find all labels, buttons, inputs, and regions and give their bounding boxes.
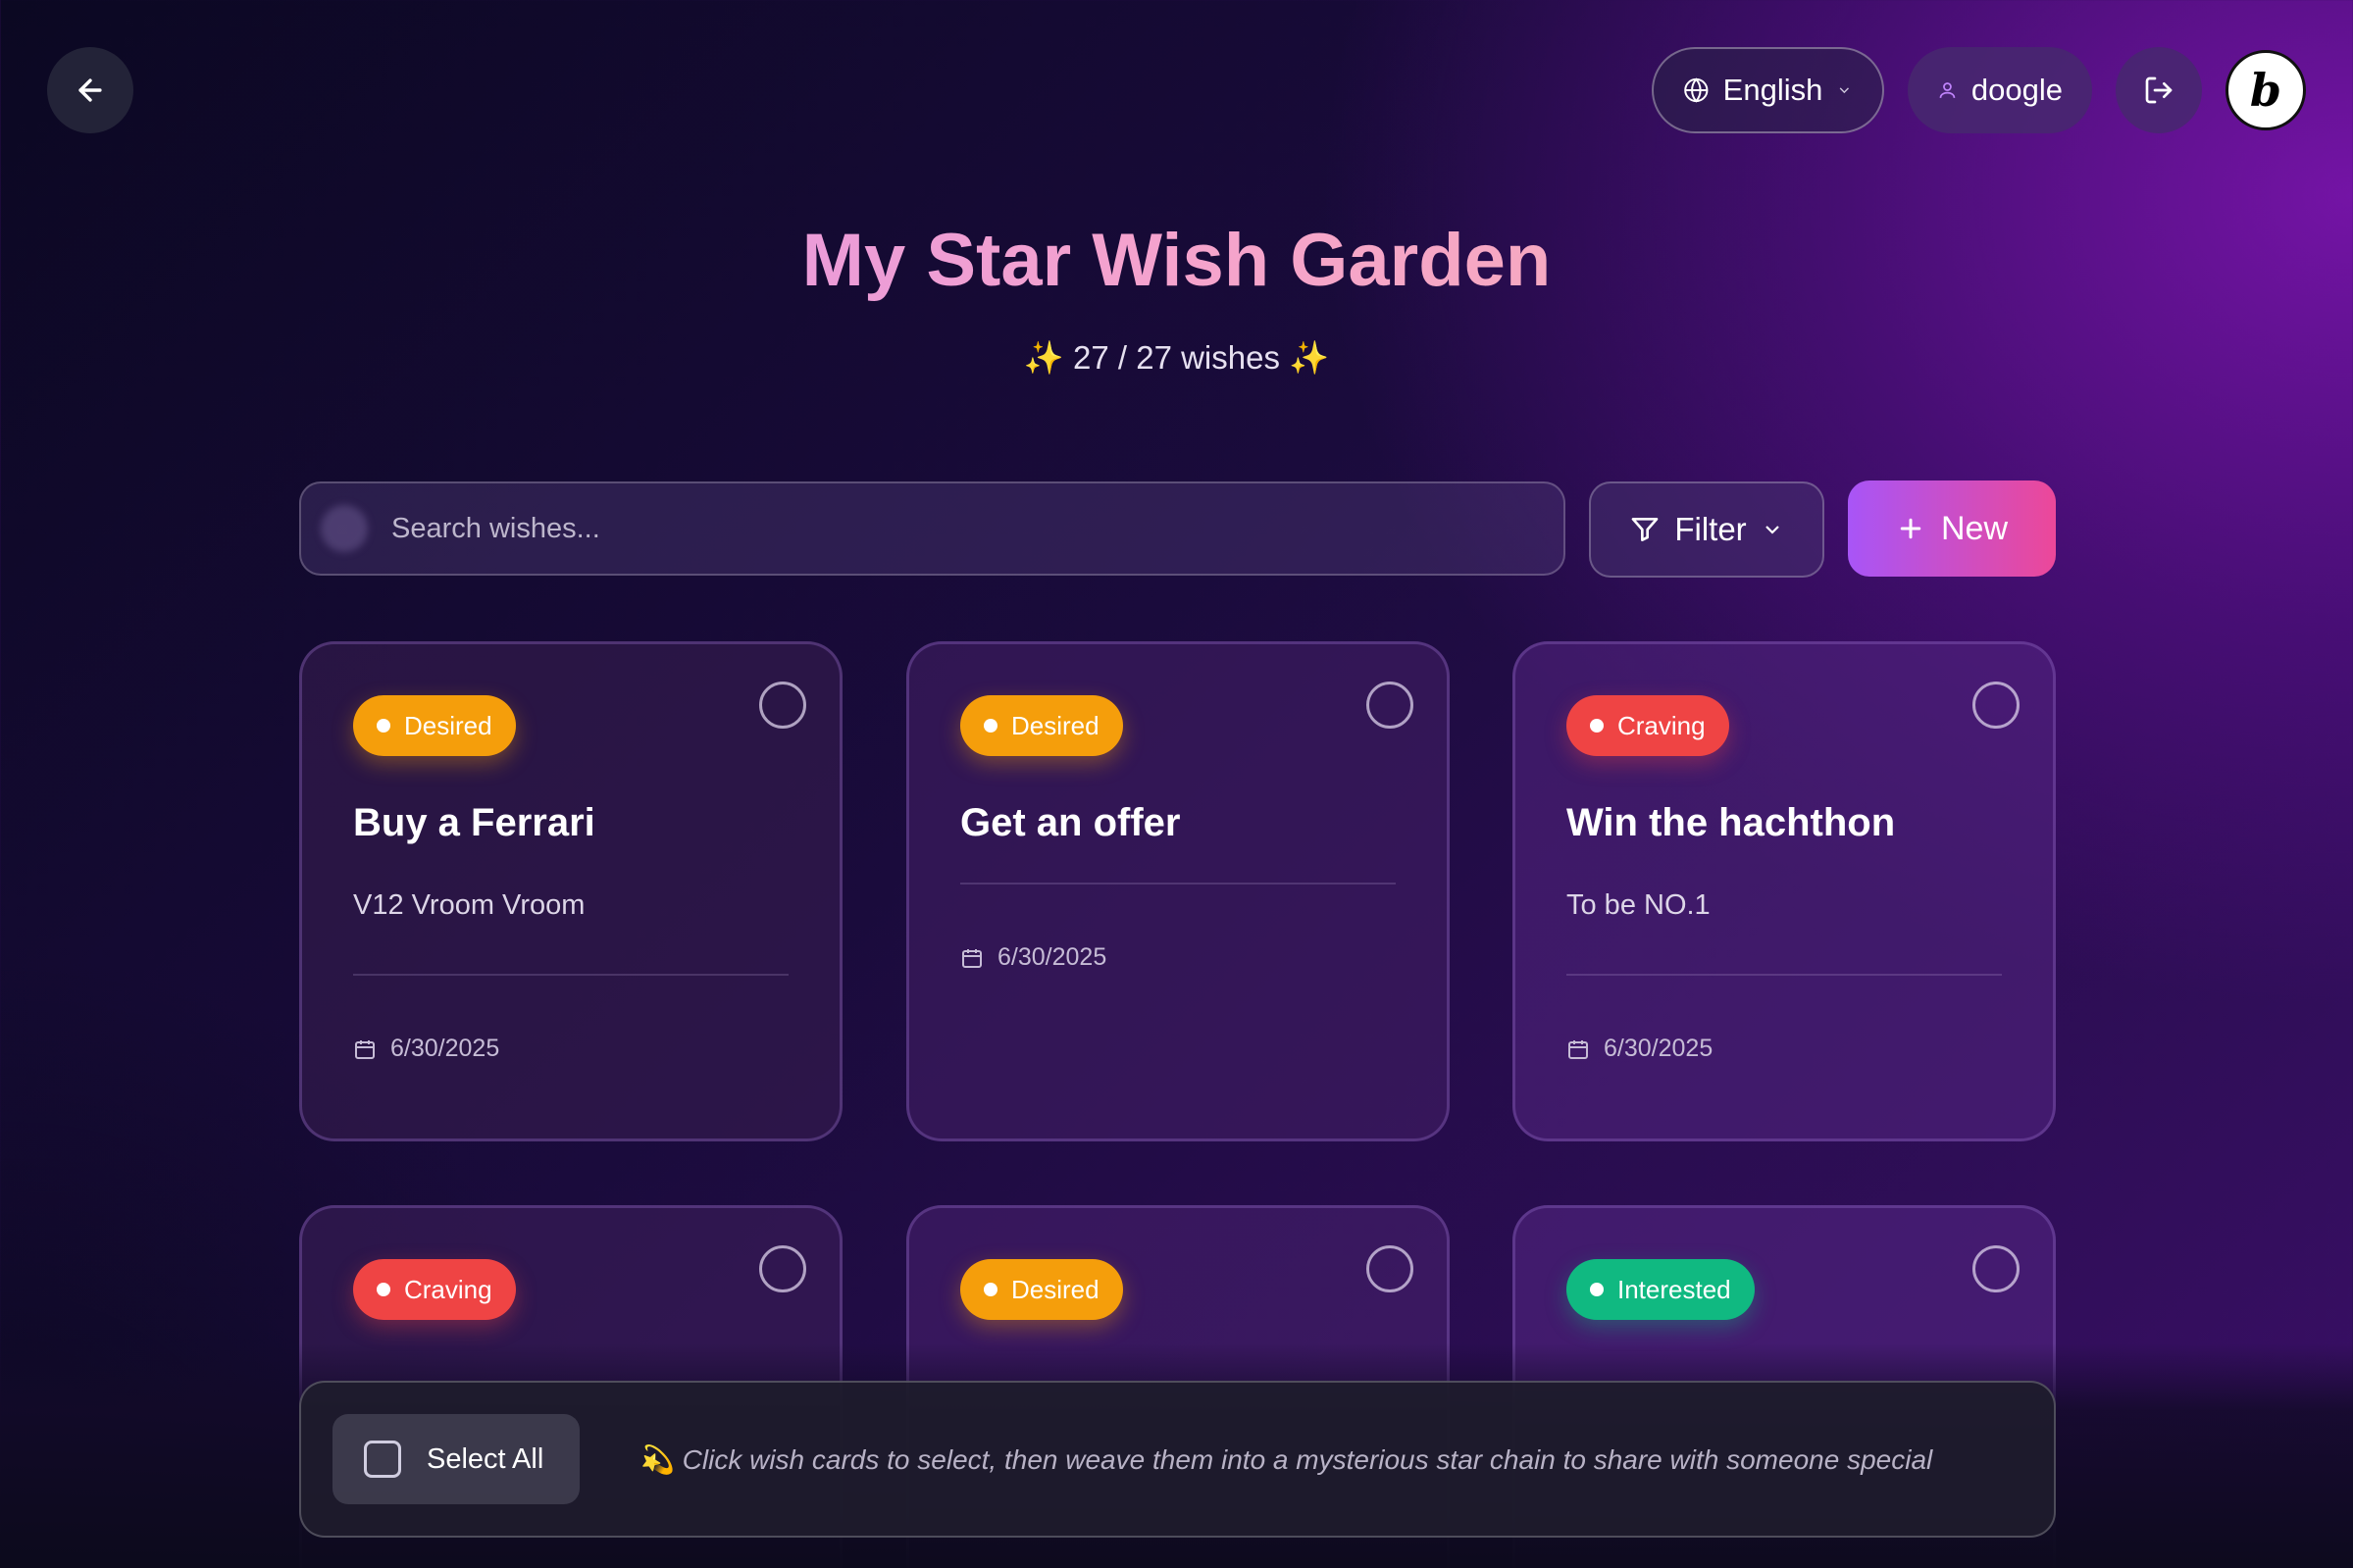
wish-title: Buy a Ferrari	[353, 801, 595, 844]
status-label: Desired	[1011, 710, 1100, 740]
select-all-checkbox[interactable]	[364, 1441, 401, 1478]
chevron-down-icon	[1840, 87, 1850, 94]
status-badge: Desired	[960, 695, 1123, 756]
bolt-badge-letter: b	[2249, 64, 2282, 117]
calendar-icon	[355, 1039, 375, 1059]
plus-icon	[1900, 518, 1921, 539]
card-select-toggle[interactable]	[759, 682, 806, 729]
status-dot	[1590, 719, 1604, 733]
wish-count: ✨ 27 / 27 wishes ✨	[0, 339, 2353, 378]
wish-date: 6/30/2025	[960, 943, 1106, 972]
card-select-toggle[interactable]	[1366, 1245, 1413, 1292]
status-dot	[377, 719, 390, 733]
status-dot	[984, 1283, 997, 1296]
status-label: Craving	[404, 1274, 492, 1304]
arrow-left-icon	[78, 78, 102, 102]
wish-title: Get an offer	[960, 801, 1181, 844]
new-wish-button[interactable]: New	[1848, 481, 2056, 577]
page-title: My Star Wish Garden	[0, 218, 2353, 303]
select-all-button[interactable]: Select All	[332, 1414, 580, 1504]
select-all-label: Select All	[427, 1442, 544, 1475]
language-selector[interactable]: English	[1652, 47, 1884, 133]
globe-icon	[1684, 77, 1709, 103]
status-badge: Desired	[960, 1259, 1123, 1320]
user-icon	[1939, 82, 1956, 98]
new-label: New	[1940, 509, 2009, 547]
status-label: Desired	[404, 710, 492, 740]
wish-date-text: 6/30/2025	[997, 943, 1107, 971]
wish-description: To be NO.1	[1566, 889, 1711, 921]
status-dot	[1590, 1283, 1604, 1296]
card-select-toggle[interactable]	[759, 1245, 806, 1292]
selection-hint: 💫 Click wish cards to select, then weave…	[640, 1443, 1932, 1476]
user-profile-button[interactable]: doogle	[1908, 47, 2092, 133]
wish-card[interactable]: Desired Buy a Ferrari V12 Vroom Vroom 6/…	[299, 641, 843, 1141]
card-divider	[353, 974, 789, 976]
search-icon	[321, 505, 368, 552]
wish-card[interactable]: Craving Win the hachthon To be NO.1 6/30…	[1512, 641, 2056, 1141]
username: doogle	[1970, 73, 2063, 107]
dizzy-star-icon: 💫	[640, 1443, 675, 1475]
card-select-toggle[interactable]	[1972, 682, 2020, 729]
wish-date-text: 6/30/2025	[1604, 1035, 1714, 1062]
bolt-badge-logo[interactable]: b	[2225, 50, 2306, 130]
logout-icon	[2145, 76, 2173, 104]
selection-hint-text: Click wish cards to select, then weave t…	[682, 1443, 1933, 1475]
top-bar: English doogle b	[1652, 47, 2306, 133]
status-label: Interested	[1617, 1274, 1731, 1304]
card-select-toggle[interactable]	[1972, 1245, 2020, 1292]
sparkle-icon: ✨	[1023, 339, 1064, 376]
filter-label: Filter	[1674, 511, 1747, 547]
status-label: Craving	[1617, 710, 1706, 740]
wish-date: 6/30/2025	[353, 1035, 499, 1063]
search-input[interactable]	[391, 512, 1470, 545]
status-dot	[377, 1283, 390, 1296]
filter-icon	[1631, 518, 1659, 541]
wish-title: Win the hachthon	[1566, 801, 1896, 844]
chevron-down-icon	[1765, 526, 1779, 534]
status-dot	[984, 719, 997, 733]
status-label: Desired	[1011, 1274, 1100, 1304]
card-divider	[960, 883, 1396, 885]
calendar-icon	[962, 948, 982, 968]
logout-button[interactable]	[2116, 47, 2202, 133]
wish-date: 6/30/2025	[1566, 1035, 1713, 1063]
sparkle-icon: ✨	[1289, 339, 1330, 376]
calendar-icon	[1568, 1039, 1588, 1059]
search-bar	[299, 481, 1565, 576]
back-button[interactable]	[47, 47, 133, 133]
wish-description: V12 Vroom Vroom	[353, 889, 586, 921]
filter-button[interactable]: Filter	[1589, 481, 1824, 578]
status-badge: Interested	[1566, 1259, 1755, 1320]
card-divider	[1566, 974, 2002, 976]
card-select-toggle[interactable]	[1366, 682, 1413, 729]
wish-date-text: 6/30/2025	[390, 1035, 500, 1062]
wish-count-text: 27 / 27 wishes	[1073, 339, 1280, 376]
status-badge: Craving	[353, 1259, 516, 1320]
wish-card[interactable]: Desired Get an offer 6/30/2025	[906, 641, 1450, 1141]
status-badge: Craving	[1566, 695, 1729, 756]
selection-bar: Select All 💫 Click wish cards to select,…	[299, 1381, 2056, 1538]
language-label: English	[1722, 73, 1823, 107]
status-badge: Desired	[353, 695, 516, 756]
